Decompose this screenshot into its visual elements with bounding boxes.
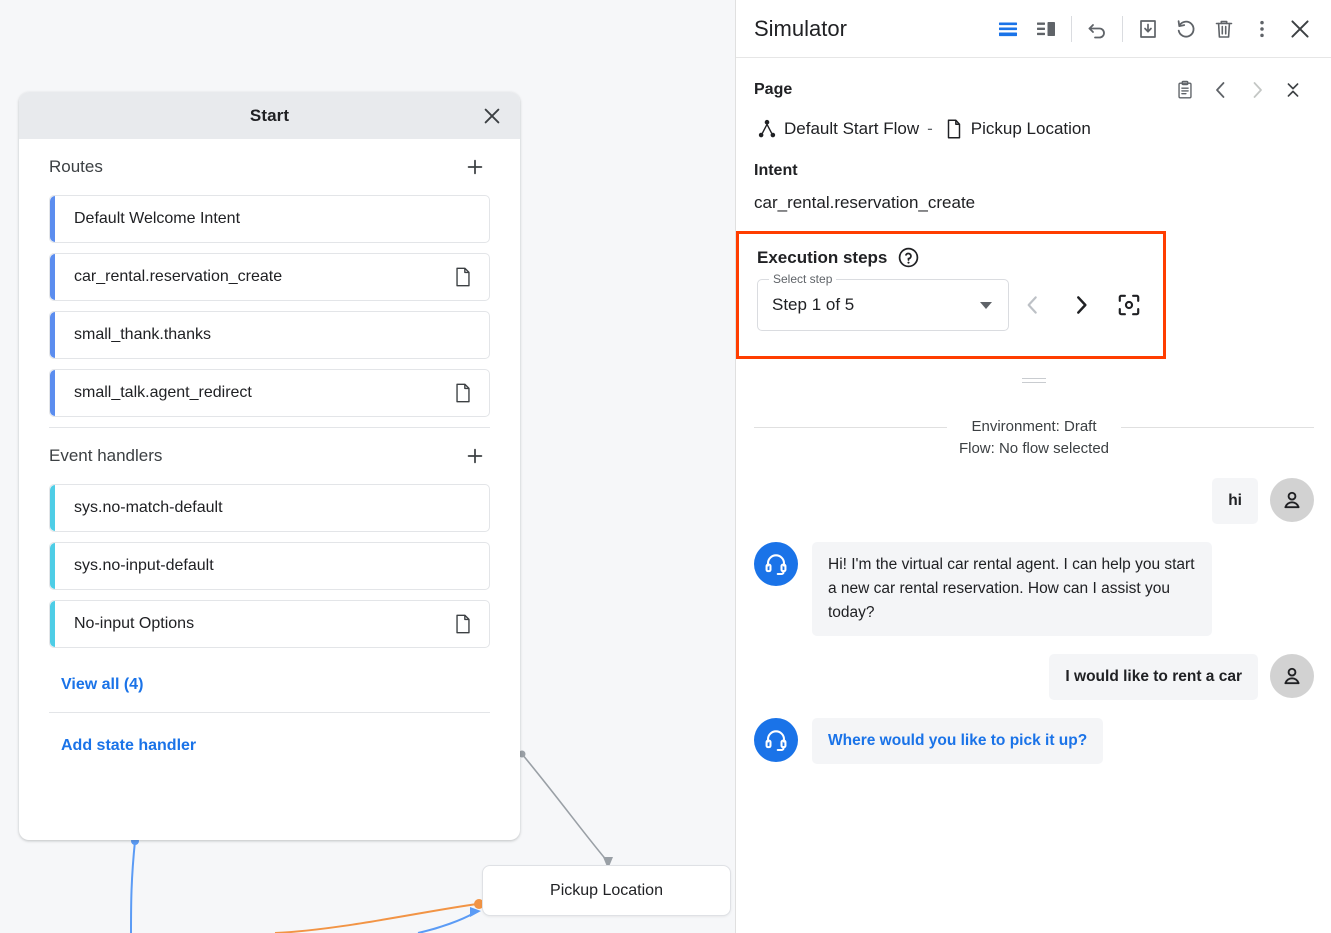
next-step-button[interactable] xyxy=(1057,281,1105,329)
row-color-bar xyxy=(50,254,55,300)
select-step-label: Select step xyxy=(769,272,836,286)
row-color-bar xyxy=(50,601,55,647)
route-item[interactable]: Default Welcome Intent xyxy=(49,195,490,243)
restart-icon[interactable] xyxy=(1167,10,1205,48)
close-icon[interactable] xyxy=(1281,10,1319,48)
event-handler-label: No-input Options xyxy=(74,615,453,633)
start-node-header: Start xyxy=(19,92,520,139)
chat-messages: hiHi! I'm the virtual car rental agent. … xyxy=(754,478,1314,764)
execution-steps-label: Execution steps xyxy=(757,248,887,268)
chat-message-user: hi xyxy=(754,478,1314,524)
intent-block: Intent car_rental.reservation_create xyxy=(736,140,1331,213)
event-handler-item[interactable]: No-input Options xyxy=(49,600,490,648)
flow-canvas[interactable]: Start Routes Default W xyxy=(0,0,735,933)
view-rows-icon[interactable] xyxy=(989,10,1027,48)
simulator-toolbar: Simulator xyxy=(736,0,1331,58)
simulator-title: Simulator xyxy=(754,16,847,42)
flow-line: Flow: No flow selected xyxy=(959,440,1109,457)
person-icon xyxy=(1270,654,1314,698)
flow-icon xyxy=(754,118,780,140)
close-icon[interactable] xyxy=(478,102,506,130)
headset-icon xyxy=(754,542,798,586)
row-color-bar xyxy=(50,312,55,358)
chevron-down-icon xyxy=(978,297,994,313)
execution-steps-panel: Execution steps Select step Step 1 of 5 xyxy=(736,231,1166,359)
chat-transcript: Environment: Draft Flow: No flow selecte… xyxy=(736,400,1331,933)
center-focus-icon[interactable] xyxy=(1105,281,1153,329)
panel-resize-handle[interactable] xyxy=(736,371,1331,389)
toolbar-divider xyxy=(1122,16,1123,42)
page-doc-icon xyxy=(941,118,967,140)
clipboard-icon[interactable] xyxy=(1167,74,1203,106)
help-circle-icon[interactable] xyxy=(897,246,920,269)
event-handlers-label: Event handlers xyxy=(49,446,162,466)
breadcrumb-flow-name[interactable]: Default Start Flow xyxy=(784,119,919,139)
add-state-handler-link[interactable]: Add state handler xyxy=(49,713,490,755)
chat-message-user: I would like to rent a car xyxy=(754,654,1314,700)
prev-step-button[interactable] xyxy=(1009,281,1057,329)
event-handler-item[interactable]: sys.no-match-default xyxy=(49,484,490,532)
flow-node-pickup-location[interactable]: Pickup Location xyxy=(482,865,731,916)
chat-bubble: hi xyxy=(1212,478,1258,524)
breadcrumb-page-name[interactable]: Pickup Location xyxy=(971,119,1091,139)
select-step-dropdown[interactable]: Select step Step 1 of 5 xyxy=(757,279,1009,331)
chat-message-agent: Where would you like to pick it up? xyxy=(754,718,1314,764)
person-icon xyxy=(1270,478,1314,522)
event-handler-label: sys.no-match-default xyxy=(74,499,473,517)
page-doc-icon[interactable] xyxy=(453,266,473,288)
chat-message-agent: Hi! I'm the virtual car rental agent. I … xyxy=(754,542,1314,636)
event-handlers-list: sys.no-match-default sys.no-input-default… xyxy=(49,484,490,648)
delete-icon[interactable] xyxy=(1205,10,1243,48)
row-color-bar xyxy=(50,485,55,531)
route-item[interactable]: car_rental.reservation_create xyxy=(49,253,490,301)
routes-list: Default Welcome Intent car_rental.reserva… xyxy=(49,195,490,417)
plus-icon[interactable] xyxy=(460,152,490,182)
more-vert-icon[interactable] xyxy=(1243,10,1281,48)
route-item[interactable]: small_talk.agent_redirect xyxy=(49,369,490,417)
route-item[interactable]: small_thank.thanks xyxy=(49,311,490,359)
collapse-icon[interactable] xyxy=(1275,74,1311,106)
page-label: Page xyxy=(754,81,792,99)
breadcrumb-separator: - xyxy=(927,119,933,139)
intent-label: Intent xyxy=(754,162,1311,180)
route-label: car_rental.reservation_create xyxy=(74,268,453,286)
toolbar-divider xyxy=(1071,16,1072,42)
chevron-right-icon[interactable] xyxy=(1239,74,1275,106)
chat-bubble: Hi! I'm the virtual car rental agent. I … xyxy=(812,542,1212,636)
start-node-card[interactable]: Start Routes Default W xyxy=(19,92,520,840)
select-step-value: Step 1 of 5 xyxy=(772,295,978,315)
intent-value: car_rental.reservation_create xyxy=(754,193,1311,213)
event-handler-item[interactable]: sys.no-input-default xyxy=(49,542,490,590)
row-color-bar xyxy=(50,543,55,589)
plus-icon[interactable] xyxy=(460,441,490,471)
page-block: Page xyxy=(736,58,1331,140)
row-color-bar xyxy=(50,196,55,242)
routes-section-header: Routes xyxy=(49,139,490,195)
route-label: small_talk.agent_redirect xyxy=(74,384,453,402)
chat-bubble: I would like to rent a car xyxy=(1049,654,1258,700)
event-handlers-section-header: Event handlers xyxy=(49,428,490,484)
start-node-title: Start xyxy=(250,106,289,126)
page-doc-icon[interactable] xyxy=(453,382,473,404)
flow-node-label: Pickup Location xyxy=(550,882,663,900)
chevron-left-icon[interactable] xyxy=(1203,74,1239,106)
page-doc-icon[interactable] xyxy=(453,613,473,635)
save-download-icon[interactable] xyxy=(1129,10,1167,48)
headset-icon xyxy=(754,718,798,762)
view-split-icon[interactable] xyxy=(1027,10,1065,48)
conversation-context-separator: Environment: Draft Flow: No flow selecte… xyxy=(754,416,1314,460)
breadcrumb: Default Start Flow - Pickup Location xyxy=(754,118,1311,140)
add-state-handler-label: Add state handler xyxy=(61,737,196,754)
chat-bubble[interactable]: Where would you like to pick it up? xyxy=(812,718,1103,764)
environment-line: Environment: Draft xyxy=(971,418,1096,435)
undo-icon[interactable] xyxy=(1078,10,1116,48)
route-label: Default Welcome Intent xyxy=(74,210,473,228)
simulator-panel: Simulator xyxy=(735,0,1331,933)
event-handler-label: sys.no-input-default xyxy=(74,557,473,575)
view-all-label: View all (4) xyxy=(61,676,143,693)
row-color-bar xyxy=(50,370,55,416)
view-all-link[interactable]: View all (4) xyxy=(49,658,490,704)
route-label: small_thank.thanks xyxy=(74,326,473,344)
routes-label: Routes xyxy=(49,157,103,177)
